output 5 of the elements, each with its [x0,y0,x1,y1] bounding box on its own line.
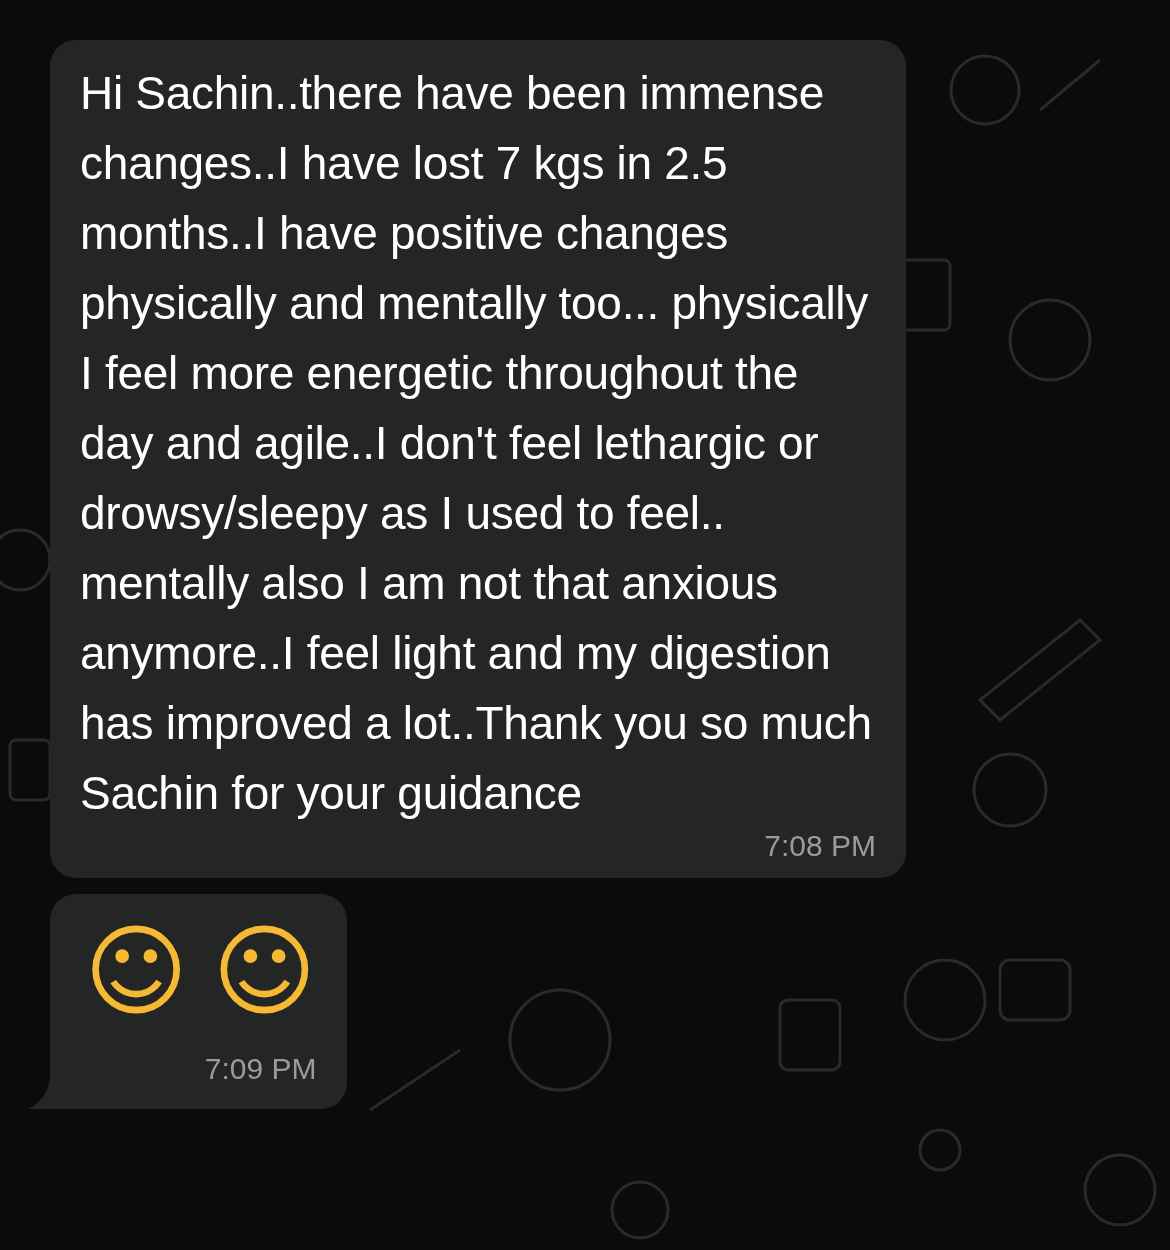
timestamp: 7:08 PM [764,828,876,864]
message-text: Hi Sachin..there have been immense changes..I have lost 7 kgs in 2.5 months..I have positive changes physically and mentally too... physically I feel more energetic throughout the day and agile..I don't feel lethargic or drowsy/sleepy as I used to feel.. mentally also I am not that anxious anymore..I feel light and my digestion has improved a lot..Thank you so much Sachin for your guidance [80,66,873,821]
emoji: ☺ [212,922,317,1022]
timestamp: 7:09 PM [203,1051,317,1087]
emoji: ☺ [84,922,189,1022]
